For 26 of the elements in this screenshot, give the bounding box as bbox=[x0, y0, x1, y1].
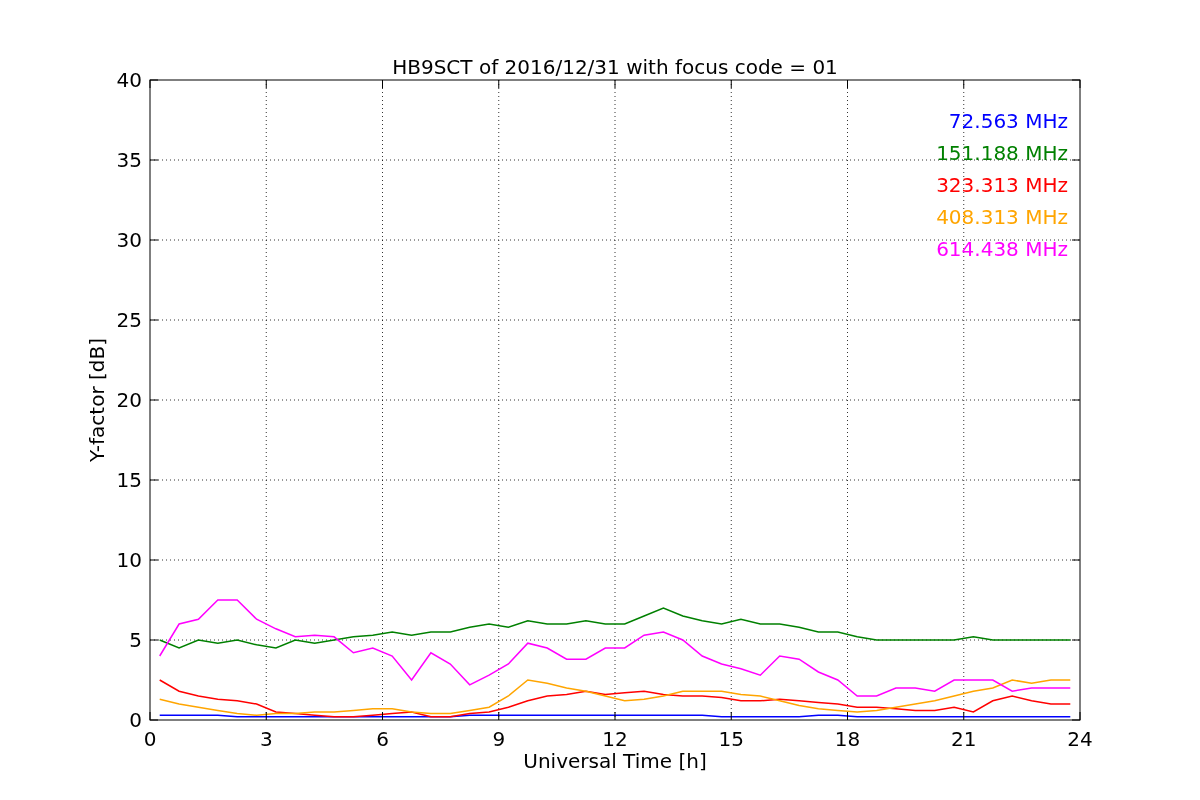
tick-label: 9 bbox=[492, 727, 506, 751]
chart-title: HB9SCT of 2016/12/31 with focus code = 01 bbox=[392, 55, 838, 79]
tick-label: 35 bbox=[116, 148, 142, 172]
tick-label: 10 bbox=[116, 548, 142, 572]
tick-label: 21 bbox=[951, 727, 977, 751]
tick-label: 3 bbox=[259, 727, 273, 751]
tick-label: 0 bbox=[129, 708, 142, 732]
tick-label: 24 bbox=[1067, 727, 1093, 751]
tick-label: 25 bbox=[116, 308, 142, 332]
tick-label: 0 bbox=[143, 727, 157, 751]
tick-label: 15 bbox=[116, 468, 142, 492]
legend-label: 614.438 MHz bbox=[936, 237, 1068, 261]
legend-label: 408.313 MHz bbox=[936, 205, 1068, 229]
tick-label: 20 bbox=[116, 388, 142, 412]
legend-label: 323.313 MHz bbox=[936, 173, 1068, 197]
tick-label: 5 bbox=[129, 628, 142, 652]
legend-label: 72.563 MHz bbox=[948, 109, 1068, 133]
legend-label: 151.188 MHz bbox=[936, 141, 1068, 165]
y-axis-label: Y-factor [dB] bbox=[85, 338, 109, 462]
tick-label: 30 bbox=[116, 228, 142, 252]
tick-label: 40 bbox=[116, 68, 142, 92]
tick-label: 6 bbox=[376, 727, 389, 751]
x-axis-label: Universal Time [h] bbox=[523, 749, 707, 773]
tick-label: 12 bbox=[602, 727, 628, 751]
tick-label: 15 bbox=[718, 727, 744, 751]
tick-label: 18 bbox=[834, 727, 861, 751]
